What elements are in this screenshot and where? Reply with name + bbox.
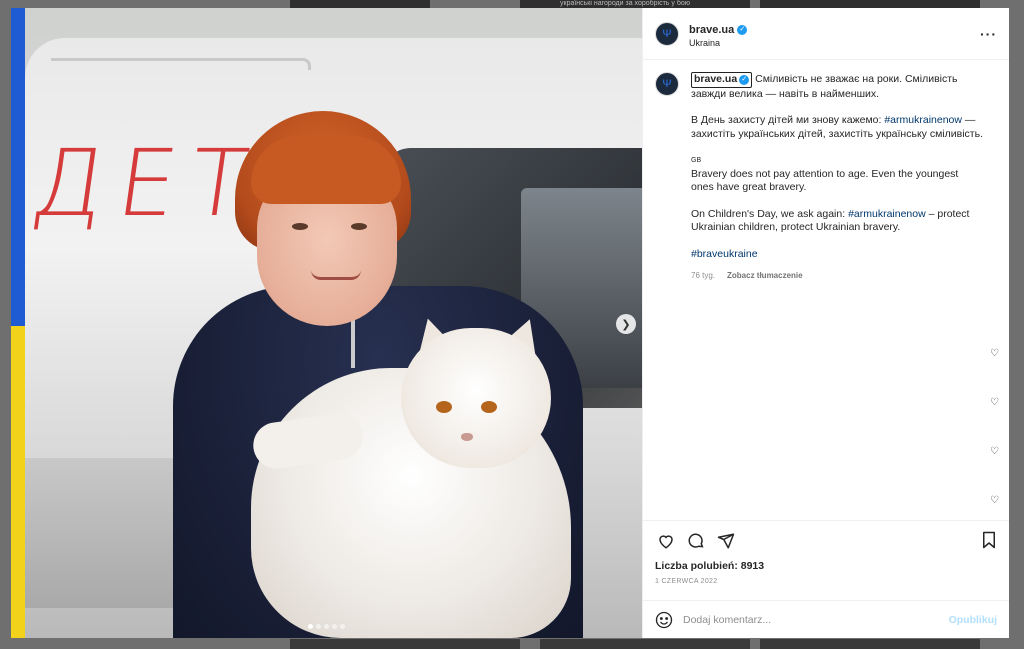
- carousel-dot: [332, 624, 337, 629]
- caption-text: On Children's Day, we ask again:: [691, 207, 849, 220]
- carousel-dot: [324, 624, 329, 629]
- location-link[interactable]: Ukraina: [689, 38, 747, 49]
- carousel-dot: [308, 624, 313, 629]
- header-text: brave.ua ✓ Ukraina: [689, 19, 748, 49]
- save-button[interactable]: [981, 531, 997, 554]
- caption-body: brave.ua ✓ Сміливість не зважає на роки. …: [691, 72, 983, 283]
- post-comment-button[interactable]: Opublikuj: [949, 614, 997, 626]
- carousel-dot: [316, 624, 321, 629]
- backdrop-post: [760, 0, 980, 8]
- hashtag-link[interactable]: #armukrainenow: [884, 114, 962, 126]
- share-button[interactable]: [715, 530, 737, 552]
- emoji-icon[interactable]: [655, 611, 673, 629]
- cat-eye: [436, 401, 452, 413]
- carousel-next-button[interactable]: ❯: [616, 314, 636, 334]
- hashtag-link[interactable]: #braveukraine: [691, 248, 758, 260]
- username: brave.ua: [689, 23, 735, 36]
- comment-button[interactable]: [685, 530, 707, 552]
- backdrop-post: [290, 0, 430, 8]
- van-roofline: [51, 58, 311, 70]
- cat-nose: [461, 433, 473, 441]
- like-comment-icon[interactable]: ♡: [990, 446, 999, 457]
- hashtag-link[interactable]: #armukrainenow: [848, 208, 926, 220]
- backdrop-post: [760, 639, 980, 649]
- action-bar: [643, 520, 1009, 560]
- caption-username-link[interactable]: brave.ua ✓: [691, 72, 753, 88]
- flag-stripe-blue: [11, 8, 25, 326]
- like-comment-icon[interactable]: ♡: [990, 495, 999, 506]
- backdrop-post: [540, 639, 750, 649]
- share-icon: [717, 533, 735, 548]
- cat-head: [401, 328, 551, 468]
- caption-paragraph: #braveukraine: [691, 248, 983, 262]
- heart-icon: [659, 534, 673, 549]
- carousel-dots: [308, 624, 345, 629]
- like-count[interactable]: Liczba polubień: 8913: [643, 560, 1009, 578]
- backdrop-text: українські нагороди за хоробрість у бою: [560, 0, 690, 7]
- carousel-dot: [340, 624, 345, 629]
- post-age: 76 tyg.: [691, 271, 716, 280]
- comments-section[interactable]: Ψ brave.ua ✓ Сміливість не зважає на роки…: [643, 60, 1009, 520]
- post-modal: ДЕТИ ❯ Ψ brave.ua ✓ Ukraina ··· Ψ brave.…: [11, 8, 1009, 638]
- verified-badge-icon: ✓: [737, 25, 748, 36]
- caption: Ψ brave.ua ✓ Сміливість не зважає на роки…: [655, 72, 997, 283]
- see-translation-button[interactable]: Zobacz tłumaczenie: [727, 269, 803, 283]
- chevron-right-icon: ❯: [621, 318, 631, 331]
- flag-stripe-yellow: [11, 326, 25, 638]
- trident-icon: Ψ: [662, 78, 672, 90]
- post-date: 1 CZERWCA 2022: [655, 578, 718, 585]
- boy-eye: [292, 223, 308, 230]
- post-header: Ψ brave.ua ✓ Ukraina ···: [643, 8, 1009, 60]
- verified-badge-icon: ✓: [739, 74, 750, 85]
- like-comment-icon[interactable]: ♡: [990, 397, 999, 408]
- post-side-panel: Ψ brave.ua ✓ Ukraina ··· Ψ brave.ua ✓ Смі…: [642, 8, 1009, 638]
- language-label: GB: [691, 157, 702, 164]
- like-button[interactable]: [655, 530, 677, 552]
- backdrop-post: [290, 639, 520, 649]
- more-options-icon[interactable]: ···: [980, 26, 997, 42]
- add-comment-bar: Opublikuj: [643, 600, 1009, 638]
- caption-paragraph: В День захисту дітей ми знову кажемо: #a…: [691, 114, 983, 141]
- cat-eye: [481, 401, 497, 413]
- caption-text: Bravery does not pay attention to age. E…: [691, 167, 959, 194]
- avatar[interactable]: Ψ: [655, 72, 679, 96]
- caption-text: В День захисту дітей ми знову кажемо:: [691, 114, 885, 126]
- like-comment-icon[interactable]: ♡: [990, 348, 999, 359]
- avatar[interactable]: Ψ: [655, 21, 679, 46]
- trident-icon: Ψ: [662, 27, 672, 40]
- boy-smile: [311, 270, 361, 280]
- boy-bangs: [251, 136, 401, 204]
- caption-username: brave.ua: [694, 73, 738, 85]
- caption-paragraph: On Children's Day, we ask again: #armukr…: [691, 208, 983, 235]
- caption-meta: 76 tyg. Zobacz tłumaczenie: [691, 269, 983, 283]
- comment-input[interactable]: [683, 613, 949, 626]
- comment-icon: [688, 533, 704, 548]
- username-link[interactable]: brave.ua ✓: [689, 23, 748, 37]
- post-image[interactable]: ДЕТИ ❯: [11, 8, 642, 638]
- bookmark-icon: [983, 531, 995, 549]
- boy-eye: [351, 223, 367, 230]
